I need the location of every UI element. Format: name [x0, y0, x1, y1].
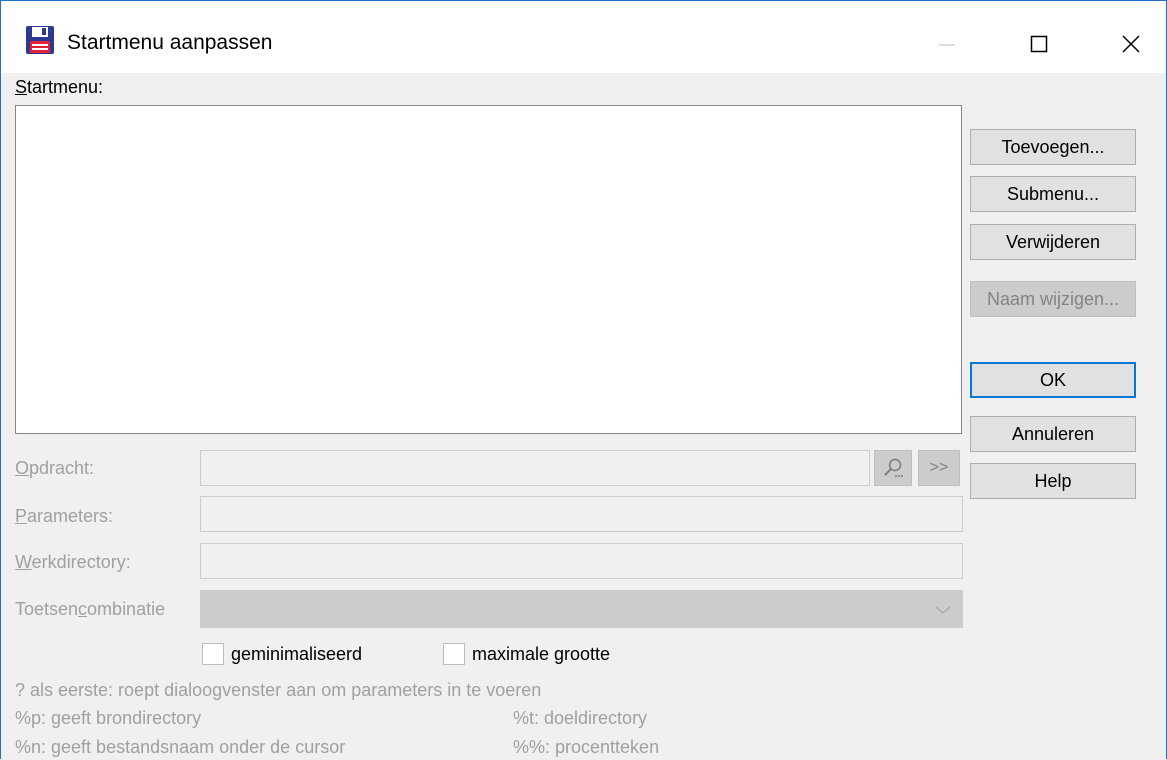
- cancel-button[interactable]: Annuleren: [970, 416, 1136, 452]
- command-input[interactable]: [200, 450, 870, 486]
- hint-target-dir: %t: doeldirectory: [513, 708, 648, 728]
- search-icon: [884, 458, 903, 477]
- expand-button[interactable]: >>: [918, 450, 960, 486]
- maximized-checkbox-label[interactable]: maximale grootte: [472, 644, 610, 665]
- parameters-label-text: arameters:: [27, 506, 114, 526]
- command-label-accel: O: [15, 458, 30, 478]
- close-button[interactable]: [1085, 15, 1167, 73]
- ok-button[interactable]: OK: [970, 362, 1136, 398]
- hotkey-label-accel: c: [78, 599, 88, 619]
- hint-filename: %n: geeft bestandsnaam onder de cursor: [15, 737, 346, 757]
- floppy-disk-icon: [25, 25, 55, 55]
- parameters-label: Parameters:: [15, 506, 113, 527]
- hotkey-label: Toetsencombinatie: [15, 599, 165, 620]
- command-label: Opdracht:: [15, 458, 94, 479]
- maximize-icon: [1030, 35, 1048, 53]
- hint-parameters-dialog: ? als eerste: roept dialoogvenster aan o…: [15, 680, 542, 700]
- startmenu-label: Startmenu:: [15, 77, 103, 98]
- minimized-checkbox-label[interactable]: geminimaliseerd: [231, 644, 362, 665]
- close-icon: [1122, 35, 1140, 53]
- window-title: Startmenu aanpassen: [67, 31, 273, 54]
- parameters-label-accel: P: [15, 506, 28, 526]
- hotkey-label-pre: Toetsen: [15, 599, 79, 619]
- hotkey-combobox[interactable]: [200, 590, 963, 628]
- command-label-text: pdracht:: [29, 458, 95, 478]
- hint-percent: %%: procentteken: [513, 737, 660, 757]
- workdir-input[interactable]: [200, 543, 963, 579]
- minimize-button[interactable]: [901, 15, 993, 73]
- maximize-button[interactable]: [993, 15, 1085, 73]
- startmenu-label-text: tartmenu:: [27, 77, 104, 97]
- startmenu-tree[interactable]: [15, 105, 962, 434]
- chevron-down-icon: [935, 606, 951, 614]
- hint-source-dir: %p: geeft brondirectory: [15, 708, 202, 728]
- workdir-label-accel: W: [15, 552, 32, 572]
- add-button[interactable]: Toevoegen...: [970, 129, 1136, 165]
- browse-button[interactable]: [874, 450, 912, 486]
- startmenu-label-accel: S: [15, 77, 28, 97]
- rename-button[interactable]: Naam wijzigen...: [970, 281, 1136, 317]
- minimize-icon: [939, 44, 955, 46]
- help-button[interactable]: Help: [970, 463, 1136, 499]
- workdir-label-text: erkdirectory:: [31, 552, 131, 572]
- submenu-button[interactable]: Submenu...: [970, 176, 1136, 212]
- remove-button[interactable]: Verwijderen: [970, 224, 1136, 260]
- title-bar[interactable]: Startmenu aanpassen: [1, 1, 1166, 73]
- workdir-label: Werkdirectory:: [15, 552, 131, 573]
- parameters-input[interactable]: [200, 496, 963, 532]
- hotkey-label-text: ombinatie: [87, 599, 166, 619]
- minimized-checkbox[interactable]: [202, 643, 224, 665]
- maximized-checkbox[interactable]: [443, 643, 465, 665]
